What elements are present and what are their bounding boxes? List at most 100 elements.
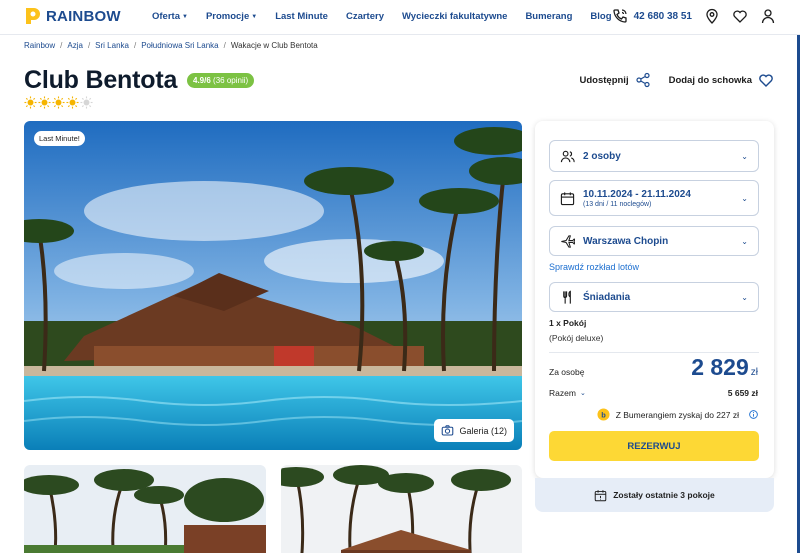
people-icon xyxy=(560,150,575,162)
booking-card: 2 osoby ⌄ 10.11.2024 - 21.11.2024 (13 dn… xyxy=(535,121,774,478)
nav-item-promocje[interactable]: Promocje ▼ xyxy=(206,11,257,22)
nav-item-wycieczki[interactable]: Wycieczki fakultatywne xyxy=(402,11,507,22)
share-icon xyxy=(635,72,650,88)
main-nav: Oferta ▼ Promocje ▼ Last Minute Czartery W… xyxy=(152,11,630,22)
header-actions: 42 680 38 51 xyxy=(612,8,776,24)
hotel-stars xyxy=(24,96,93,109)
airport-value: Warszawa Chopin xyxy=(583,235,669,247)
total-price: 5 659 zł xyxy=(727,388,758,398)
nav-label: Bumerang xyxy=(525,11,573,22)
share-button[interactable]: Udostępnij xyxy=(580,72,651,88)
breadcrumb-item[interactable]: Rainbow xyxy=(24,41,55,50)
price-currency: zł xyxy=(750,367,758,378)
heart-icon xyxy=(759,74,773,87)
breadcrumb-current: Wakacje w Club Bentota xyxy=(230,41,318,50)
hotel-title: Club Bentota xyxy=(24,66,178,94)
divider xyxy=(549,352,759,353)
sun-star-empty-icon xyxy=(80,96,93,109)
nav-label: Last Minute xyxy=(275,11,328,22)
chevron-down-icon: ⌄ xyxy=(579,390,586,397)
hotel-thumbnail-photo[interactable] xyxy=(24,465,266,553)
price-value: 2 829 xyxy=(691,354,749,380)
nav-item-czartery[interactable]: Czartery xyxy=(346,11,384,22)
room-count: 1 x Pokój xyxy=(549,318,587,328)
dates-select[interactable]: 10.11.2024 - 21.11.2024 (13 dni / 11 noc… xyxy=(549,180,759,216)
breadcrumb-item[interactable]: Sri Lanka xyxy=(95,41,129,50)
phone-number: 42 680 38 51 xyxy=(633,10,692,22)
breadcrumb-separator: / xyxy=(87,41,91,50)
heart-icon[interactable] xyxy=(732,8,748,24)
nav-item-bumerang[interactable]: Bumerang xyxy=(525,11,572,22)
gallery-label: Galeria (12) xyxy=(459,425,507,436)
plane-icon xyxy=(561,234,575,248)
nav-item-last-minute[interactable]: Last Minute xyxy=(275,11,328,22)
palm-resort-photo xyxy=(281,465,522,553)
chevron-down-icon: ⌄ xyxy=(741,151,748,161)
nav-label: Promocje xyxy=(205,11,250,22)
nav-label: Oferta xyxy=(152,11,180,22)
sun-star-icon xyxy=(38,96,51,109)
flight-schedule-link[interactable]: Sprawdź rozkład lotów xyxy=(549,262,639,272)
persons-value: 2 osoby xyxy=(583,150,621,162)
phone-icon xyxy=(612,9,627,23)
dates-group: 10.11.2024 - 21.11.2024 (13 dni / 11 noc… xyxy=(583,189,741,208)
breadcrumb-separator: / xyxy=(223,41,226,50)
top-header: RAINBOW Oferta ▼ Promocje ▼ Last Minute Cz… xyxy=(0,0,800,35)
nav-label: Blog xyxy=(590,11,612,22)
dates-duration: (13 dni / 11 noclegów) xyxy=(583,200,652,208)
rooms-left-notice: Zostały ostatnie 3 pokoje xyxy=(535,478,774,512)
chevron-down-icon: ▼ xyxy=(181,13,188,20)
sun-star-icon xyxy=(52,96,65,109)
rooms-left-text: Zostały ostatnie 3 pokoje xyxy=(613,490,715,500)
camera-icon xyxy=(442,425,454,436)
save-label: Dodaj do schowka xyxy=(668,74,752,86)
breadcrumb-item[interactable]: Południowa Sri Lanka xyxy=(141,41,218,50)
total-price-toggle[interactable]: Razem ⌄ xyxy=(549,388,586,398)
share-label: Udostępnij xyxy=(579,74,629,86)
board-value: Śniadania xyxy=(583,291,631,303)
reserve-button[interactable]: REZERWUJ xyxy=(549,431,759,461)
rating-score: 4.9/6 xyxy=(193,76,211,85)
breadcrumb-item[interactable]: Azja xyxy=(67,41,83,50)
sun-star-icon xyxy=(24,96,37,109)
chevron-down-icon: ⌄ xyxy=(741,236,748,246)
hotel-thumbnail-photo[interactable] xyxy=(281,465,522,553)
breadcrumb-separator: / xyxy=(60,41,63,50)
board-select[interactable]: Śniadania ⌄ xyxy=(549,282,759,312)
gallery-button[interactable]: Galeria (12) xyxy=(434,419,514,442)
price-per-person: 2 829 zł xyxy=(691,354,758,381)
dates-value: 10.11.2024 - 21.11.2024 xyxy=(583,188,691,200)
breadcrumb: Rainbow / Azja / Sri Lanka / Południowa Sri… xyxy=(24,41,318,50)
nav-item-blog[interactable]: Blog xyxy=(590,11,611,22)
map-pin-icon[interactable] xyxy=(704,8,720,24)
departure-airport-select[interactable]: Warszawa Chopin ⌄ xyxy=(549,226,759,256)
bumerang-text: Z Bumerangiem zyskaj do 227 zł xyxy=(615,409,739,420)
nav-label: Wycieczki fakultatywne xyxy=(402,11,508,22)
save-to-favorites-button[interactable]: Dodaj do schowka xyxy=(669,72,774,88)
hotel-main-photo[interactable]: Last Minute! Galeria (12) xyxy=(24,121,522,450)
calendar-alert-icon xyxy=(594,489,607,501)
hotel-actions: Udostępnij Dodaj do schowka xyxy=(580,72,775,88)
phone-link[interactable]: 42 680 38 51 xyxy=(612,8,692,24)
breadcrumb-separator: / xyxy=(133,41,137,50)
total-label: Razem xyxy=(549,388,576,398)
svg-text:b: b xyxy=(601,410,606,419)
persons-select[interactable]: 2 osoby ⌄ xyxy=(549,140,759,172)
chevron-down-icon: ▼ xyxy=(251,13,258,20)
bumerang-info: b Z Bumerangiem zyskaj do 227 zł xyxy=(597,408,758,421)
nav-label: Czartery xyxy=(345,11,384,22)
palm-garden-photo xyxy=(24,465,266,553)
cutlery-icon xyxy=(563,289,571,304)
rating-badge[interactable]: 4.9/6 (36 opinii) xyxy=(187,73,255,88)
info-icon[interactable] xyxy=(749,410,758,419)
chevron-down-icon: ⌄ xyxy=(741,193,748,203)
room-type: (Pokój deluxe) xyxy=(549,333,604,343)
user-icon[interactable] xyxy=(760,8,776,24)
price-per-person-label: Za osobę xyxy=(549,367,585,377)
last-minute-badge: Last Minute! xyxy=(34,131,85,146)
nav-item-oferta[interactable]: Oferta ▼ xyxy=(152,11,188,22)
sun-star-icon xyxy=(66,96,79,109)
brand-logo[interactable]: RAINBOW xyxy=(24,6,121,26)
resort-pool-photo xyxy=(24,121,522,450)
bumerang-logo-icon: b xyxy=(597,408,610,421)
